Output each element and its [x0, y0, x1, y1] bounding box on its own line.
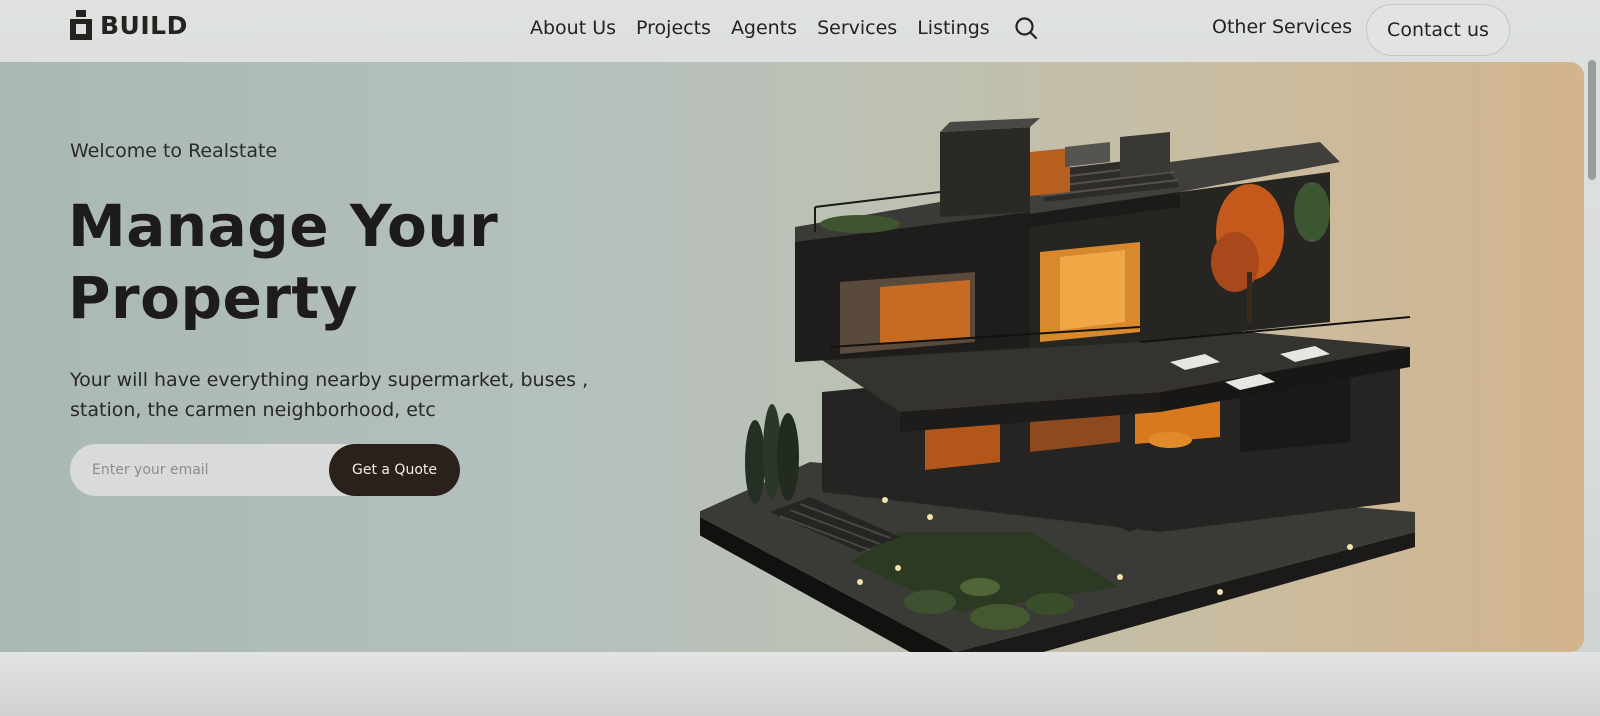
hero-section: Welcome to Realstate Manage Your Propert… — [0, 62, 1584, 652]
building-icon — [70, 10, 92, 40]
brand-name: BUILD — [100, 10, 188, 40]
nav-link-agents[interactable]: Agents — [731, 17, 797, 39]
nav-link-listings[interactable]: Listings — [917, 17, 990, 39]
page-footer-area — [0, 652, 1600, 716]
nav-link-about-us[interactable]: About Us — [530, 17, 616, 39]
main-nav: About Us Projects Agents Services Listin… — [530, 16, 1038, 40]
hero-subtext: Your will have everything nearby superma… — [70, 365, 670, 425]
brand-logo[interactable]: BUILD — [70, 10, 188, 40]
scrollbar[interactable] — [1588, 60, 1596, 180]
modern-house-illustration — [700, 118, 1415, 652]
search-icon[interactable] — [1014, 16, 1038, 40]
quote-form: Get a Quote — [70, 444, 460, 496]
email-input[interactable] — [70, 444, 330, 496]
headline-line-1: Manage Your — [68, 192, 499, 260]
nav-link-services[interactable]: Services — [817, 17, 897, 39]
welcome-text: Welcome to Realstate — [70, 140, 278, 162]
other-services-link[interactable]: Other Services — [1212, 16, 1352, 38]
subtext-line-1: Your will have everything nearby superma… — [70, 369, 589, 391]
nav-link-projects[interactable]: Projects — [636, 17, 711, 39]
headline-line-2: Property — [68, 264, 358, 332]
contact-us-button[interactable]: Contact us — [1366, 4, 1510, 56]
hero-headline: Manage Your Property — [68, 190, 498, 334]
subtext-line-2: station, the carmen neighborhood, etc — [70, 399, 436, 421]
get-quote-button[interactable]: Get a Quote — [329, 444, 460, 496]
